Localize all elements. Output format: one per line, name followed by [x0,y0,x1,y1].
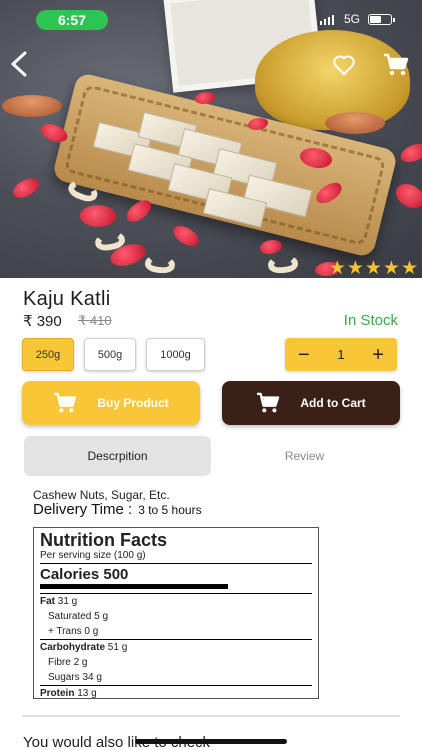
add-to-cart-label: Add to Cart [300,396,366,410]
weight-option-500g[interactable]: 500g [84,338,136,371]
nutrient-label: Carbohydrate [40,642,106,653]
nutrient-label: Fat [40,596,55,607]
weight-option-250g[interactable]: 250g [22,338,74,371]
delivery-time: Delivery Time : 3 to 5 hours [33,501,202,518]
nutrition-row: Saturated 5 g [40,609,312,624]
battery-icon [368,13,395,25]
weight-option-1000g[interactable]: 1000g [146,338,205,371]
nutrient-value: 2 g [73,657,88,668]
nutrient-value: 13 g [77,688,97,699]
star-icon: ★ [364,258,382,279]
rose-petal [398,141,422,165]
delivery-value: 3 to 5 hours [138,503,202,517]
delivery-label: Delivery Time : [33,501,133,518]
status-time: 6:57 [36,10,108,30]
star-icon: ★ [346,258,364,279]
stock-status: In Stock [343,312,398,329]
rose-petal [78,202,118,230]
nutrition-row: Sugars 34 g [40,670,312,685]
cashew-decor [267,253,299,275]
product-image [0,0,422,278]
diya-decor [325,112,385,134]
status-icons: 5G [319,12,395,26]
home-indicator[interactable] [135,739,287,744]
weight-options: 250g 500g 1000g [22,338,205,371]
rose-petal [391,177,422,215]
nutrient-value: 5 g [94,611,109,622]
tab-review[interactable]: Review [211,436,398,476]
product-title: Kaju Katli [23,288,111,310]
nutrient-label: Sugars [48,672,80,683]
increment-button[interactable]: + [372,345,384,365]
nutrient-value: 34 g [82,672,102,683]
product-price: ₹ 390 [23,313,62,330]
nutrition-row: Carbohydrate 51 g [40,639,312,655]
quantity-value: 1 [337,347,345,362]
diya-decor [2,95,62,117]
calories: Calories 500 [40,566,129,583]
tab-description[interactable]: Descrpition [24,436,211,476]
buy-product-label: Buy Product [97,396,169,410]
nutrition-row: Fat 31 g [40,593,312,609]
nutrient-label: Saturated [48,611,92,622]
cashew-decor [144,253,176,275]
decrement-button[interactable]: − [298,345,310,365]
rating-stars: ★ ★ ★ ★ ★ [329,259,418,278]
serving-size: Per serving size (100 g) [40,550,312,564]
product-mrp: ₹ 410 [78,313,112,328]
nutrient-value: 51 g [107,642,128,653]
section-divider [22,715,400,717]
buy-product-button[interactable]: Buy Product [22,381,200,425]
rose-petal [170,220,202,252]
nutrient-label: + Trans [48,626,82,637]
nutrient-value: 31 g [57,596,78,607]
detail-tabs: Descrpition Review [24,436,398,476]
rose-petal [195,92,215,104]
star-icon: ★ [382,258,400,279]
nutrition-rows: Fat 31 g Saturated 5 g + Trans 0 g Carbohyd… [40,593,312,699]
nutrition-row: Fibre 2 g [40,655,312,670]
nutrition-divider [40,584,228,589]
nutrition-row: + Trans 0 g [40,624,312,639]
nutrition-facts-label: Nutrition Facts Per serving size (100 g)… [33,527,319,699]
nutrition-title: Nutrition Facts [40,530,168,550]
cart-icon [257,392,280,413]
star-icon: ★ [328,258,346,279]
network-label: 5G [343,12,360,26]
signal-icon [319,14,336,25]
cart-icon[interactable] [383,53,409,77]
star-icon: ★ [400,258,418,279]
rose-petal [260,240,282,254]
quantity-stepper: − 1 + [285,338,397,371]
ingredients-text: Cashew Nuts, Sugar, Etc. [33,488,170,502]
cart-icon [54,392,77,413]
nutrient-label: Fibre [48,657,71,668]
nutrient-value: 0 g [84,626,99,637]
wishlist-heart-icon[interactable] [332,54,356,76]
rose-petal [10,175,42,201]
nutrient-label: Protein [40,688,75,699]
add-to-cart-button[interactable]: Add to Cart [222,381,400,425]
back-arrow-icon[interactable] [8,50,30,78]
nutrition-row: Protein 13 g [40,685,312,699]
